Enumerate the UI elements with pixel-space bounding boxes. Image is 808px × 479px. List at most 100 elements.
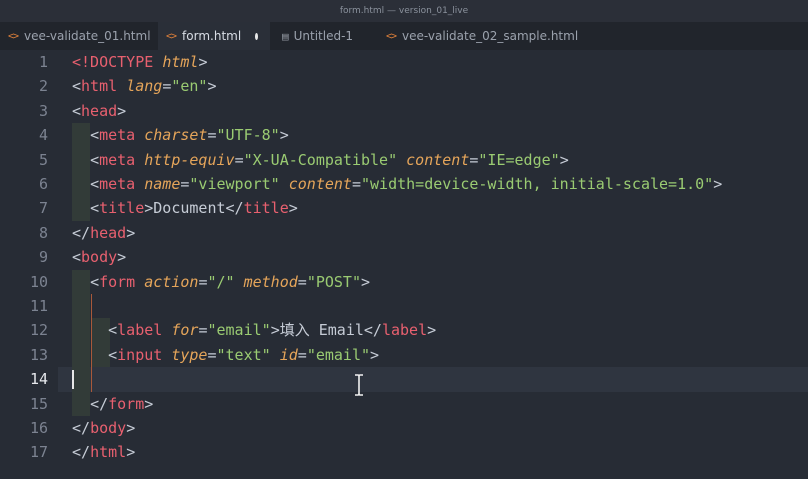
code-token: <	[90, 199, 100, 218]
code-token: =	[207, 345, 217, 364]
code-token: <	[72, 101, 82, 120]
code-token: body	[81, 248, 118, 267]
tab-vee-validate-02-sample[interactable]: <> vee-validate_02_sample.html	[376, 22, 578, 50]
code-token: <	[90, 175, 100, 193]
code-token: title	[99, 199, 145, 218]
code-token: <	[72, 248, 82, 267]
code-token: "email"	[306, 345, 371, 364]
code-token: type	[171, 345, 208, 364]
code-token: content	[288, 175, 352, 193]
code-line[interactable]: <title>Document</title>	[72, 196, 298, 220]
code-token: >	[270, 321, 280, 340]
unsaved-dot-icon[interactable]	[255, 32, 258, 40]
code-token: 填入 Email	[279, 321, 364, 340]
code-editor[interactable]: 1 2 3 4 5 6 7 8 9 10 11 12 13 14 15 16 17 <!DOCTYPE html…	[0, 50, 808, 479]
tab-form-html[interactable]: <> form.html	[158, 22, 270, 50]
code-token: >	[144, 394, 154, 413]
tab-vee-validate-01[interactable]: <> vee-validate_01.html	[0, 22, 158, 50]
code-token: "width=device-width, initial-scale=1.0"	[361, 175, 714, 193]
code-token: =	[351, 175, 361, 193]
line-number: 15	[29, 394, 48, 413]
code-line[interactable]: <head>	[72, 99, 126, 123]
code-line[interactable]: </head>	[72, 221, 135, 245]
line-number: 1	[38, 53, 48, 71]
line-number: 7	[38, 199, 48, 218]
code-token: html	[162, 53, 199, 71]
code-token: </	[72, 419, 91, 437]
code-line[interactable]: </html>	[72, 440, 135, 464]
code-line[interactable]: </form>	[72, 392, 153, 416]
code-token: <!DOCTYPE	[72, 53, 163, 71]
code-token: >	[207, 77, 217, 96]
code-token: form	[108, 394, 145, 413]
code-token: >	[117, 248, 127, 267]
code-token: input	[117, 345, 163, 364]
tab-untitled-1[interactable]: ▤ Untitled-1	[270, 22, 376, 50]
line-number: 17	[29, 443, 48, 462]
code-line[interactable]: <form action="/" method="POST">	[72, 270, 370, 294]
code-token: <	[90, 150, 100, 169]
code-token: html	[81, 77, 118, 96]
code-line[interactable]: <!DOCTYPE html>	[72, 50, 207, 74]
current-line-highlight	[58, 367, 808, 392]
code-token: =	[207, 126, 217, 145]
code-token: </	[363, 321, 382, 340]
line-number: 10	[29, 272, 48, 291]
html-file-icon: <>	[8, 30, 19, 42]
line-number: 6	[38, 175, 48, 193]
code-line[interactable]: <input type="text" id="email">	[72, 343, 379, 367]
code-token: </	[72, 443, 91, 462]
code-token: =	[297, 345, 307, 364]
code-token: >	[198, 53, 208, 71]
tab-bar: <> vee-validate_01.html <> form.html ▤ U…	[0, 22, 808, 50]
code-token: >	[126, 223, 136, 242]
line-number: 14	[29, 370, 48, 389]
line-number: 16	[29, 419, 48, 437]
code-token: >	[559, 150, 569, 169]
code-token: meta	[99, 175, 136, 193]
code-token: form	[99, 272, 136, 291]
code-token: >	[370, 345, 380, 364]
tab-label: vee-validate_01.html	[24, 29, 151, 43]
window-title: form.html — version_01_live	[0, 0, 808, 22]
file-icon: ▤	[282, 29, 289, 43]
code-token: >	[117, 101, 127, 120]
code-line[interactable]: <label for="email">填入 Email</label>	[72, 318, 436, 342]
code-token: =	[234, 150, 244, 169]
code-token: >	[427, 321, 437, 340]
html-file-icon: <>	[166, 30, 177, 42]
code-line[interactable]: <html lang="en">	[72, 74, 217, 98]
code-line[interactable]: </body>	[72, 416, 135, 440]
code-token: >	[144, 199, 154, 218]
code-line[interactable]: <body>	[72, 245, 126, 269]
code-line[interactable]: <meta http-equiv="X-UA-Compatible" conte…	[72, 148, 569, 172]
code-token: body	[90, 419, 127, 437]
code-token: "en"	[171, 77, 208, 96]
code-token: "/"	[207, 272, 235, 291]
code-token: <	[108, 321, 118, 340]
code-token: method	[243, 272, 298, 291]
code-token: "IE=edge"	[478, 150, 560, 169]
code-token: </	[225, 199, 244, 218]
code-token: <	[108, 345, 118, 364]
code-token: action	[144, 272, 199, 291]
text-cursor	[72, 370, 74, 389]
code-token: =	[297, 272, 307, 291]
line-number: 8	[38, 223, 48, 242]
code-line[interactable]: <meta name="viewport" content="width=dev…	[72, 172, 722, 196]
code-token: >	[361, 272, 371, 291]
code-line[interactable]: <meta charset="UTF-8">	[72, 123, 289, 147]
ibeam-cursor-icon	[355, 374, 363, 396]
code-token: id	[279, 345, 298, 364]
